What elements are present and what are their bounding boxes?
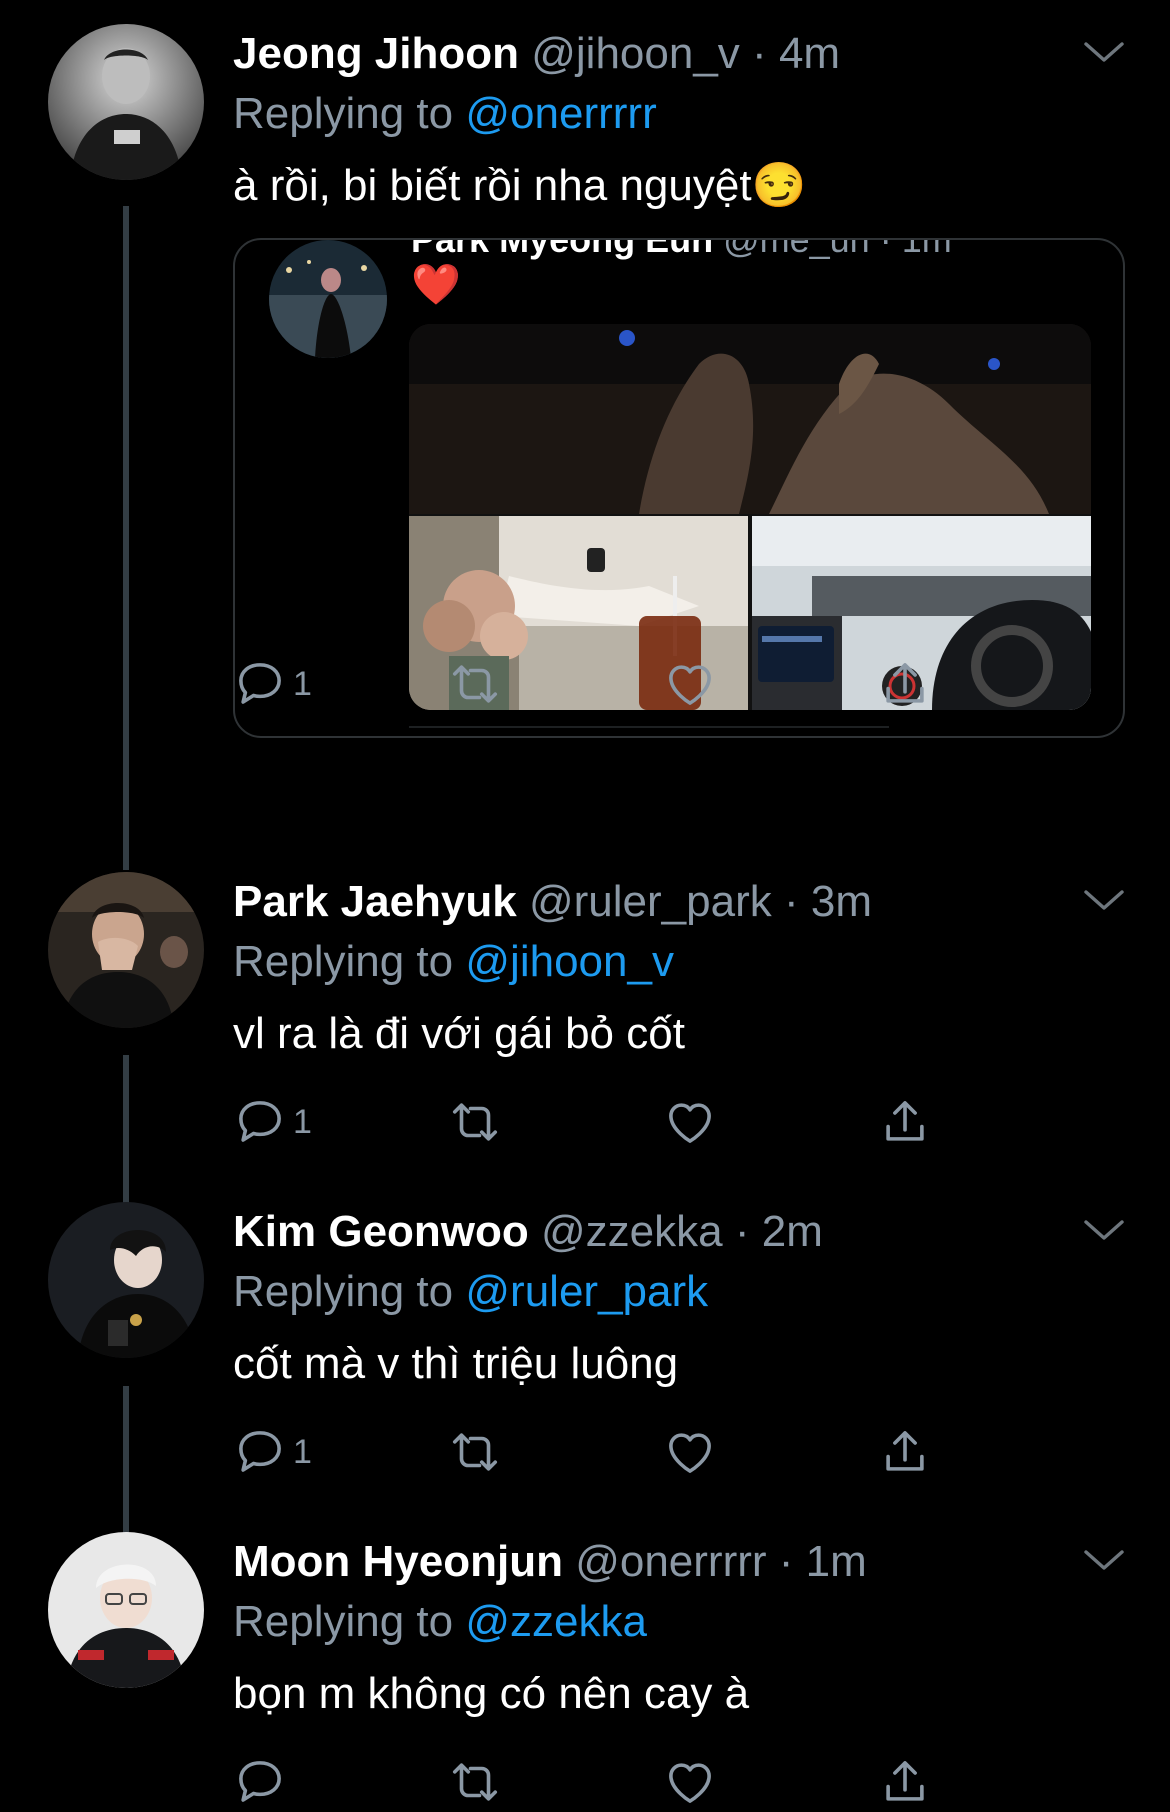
timestamp[interactable]: 1m	[806, 1537, 867, 1586]
reply-button[interactable]: 1	[233, 1092, 312, 1152]
share-button[interactable]	[878, 654, 932, 714]
author-handle[interactable]: @jihoon_v	[531, 29, 740, 78]
share-button[interactable]	[878, 1092, 932, 1152]
avatar[interactable]	[48, 24, 204, 180]
timestamp[interactable]: 2m	[762, 1207, 823, 1256]
tweet-actions	[233, 1752, 953, 1812]
mention-link[interactable]: @zzekka	[465, 1597, 647, 1646]
avatar[interactable]	[48, 1532, 204, 1688]
author-name[interactable]: Kim Geonwoo	[233, 1207, 529, 1256]
separator-dot: ·	[783, 877, 799, 926]
quote-text: ❤️	[411, 263, 461, 307]
quote-author-handle[interactable]: @me_un	[723, 240, 870, 260]
separator-dot: ·	[778, 1537, 794, 1586]
tweet-actions: 1	[233, 1092, 953, 1152]
timestamp[interactable]: 4m	[779, 29, 840, 78]
like-button[interactable]	[663, 1422, 717, 1482]
reply-button[interactable]	[233, 1752, 287, 1812]
replying-label: Replying to	[233, 1597, 454, 1646]
tweet[interactable]: Moon Hyeonjun @onerrrrr · 1m Replying to…	[0, 1532, 1170, 1804]
like-button[interactable]	[663, 1092, 717, 1152]
separator-dot: ·	[752, 29, 767, 78]
chevron-down-icon[interactable]	[1082, 886, 1126, 916]
replying-label: Replying to	[233, 937, 454, 986]
chevron-down-icon[interactable]	[1082, 1546, 1126, 1576]
author-handle[interactable]: @onerrrrr	[575, 1537, 766, 1586]
like-icon	[663, 1425, 717, 1479]
reply-icon	[233, 657, 287, 711]
retweet-button[interactable]	[448, 1422, 502, 1482]
reply-icon	[233, 1095, 287, 1149]
reply-button[interactable]: 1	[233, 654, 312, 714]
chevron-down-icon[interactable]	[1082, 38, 1126, 68]
author-name[interactable]: Moon Hyeonjun	[233, 1537, 563, 1586]
author-name[interactable]: Jeong Jihoon	[233, 29, 519, 78]
tweet[interactable]: Jeong Jihoon @jihoon_v · 4m Replying to …	[0, 24, 1170, 824]
quote-header: Park Myeong Eun @me_un · 1m	[411, 238, 952, 262]
tweet-text: à rồi, bi biết rồi nha nguyệt😏	[233, 161, 807, 210]
quote-avatar	[269, 240, 387, 358]
replying-to: Replying to @jihoon_v	[233, 932, 674, 992]
share-icon	[878, 1755, 932, 1809]
author-handle[interactable]: @zzekka	[541, 1207, 723, 1256]
share-icon	[878, 1425, 932, 1479]
quote-media[interactable]	[409, 324, 1091, 710]
reply-count: 1	[293, 664, 312, 703]
replying-to: Replying to @zzekka	[233, 1592, 647, 1652]
reply-count: 1	[293, 1432, 312, 1471]
tweet-text: cốt mà v thì triệu luông	[233, 1339, 679, 1388]
replying-to: Replying to @ruler_park	[233, 1262, 708, 1322]
like-button[interactable]	[663, 654, 717, 714]
share-button[interactable]	[878, 1752, 932, 1812]
tweet-actions: 1	[233, 654, 953, 714]
chevron-down-icon[interactable]	[1082, 1216, 1126, 1246]
reply-icon	[233, 1755, 287, 1809]
like-icon	[663, 657, 717, 711]
reply-count: 1	[293, 1102, 312, 1141]
author-name[interactable]: Park Jaehyuk	[233, 877, 517, 926]
avatar[interactable]	[48, 872, 204, 1028]
replying-label: Replying to	[233, 1267, 454, 1316]
share-icon	[878, 1095, 932, 1149]
replying-label: Replying to	[233, 89, 454, 138]
reply-button[interactable]: 1	[233, 1422, 312, 1482]
quote-timestamp: 1m	[901, 238, 952, 260]
tweet[interactable]: Park Jaehyuk @ruler_park · 3m Replying t…	[0, 872, 1170, 1172]
tweet-text: bọn m không có nên cay à	[233, 1669, 750, 1718]
replying-to: Replying to @onerrrrr	[233, 84, 657, 144]
retweet-icon	[448, 657, 502, 711]
separator-dot: ·	[879, 238, 892, 260]
tweet-text: vl ra là đi với gái bỏ cốt	[233, 1009, 685, 1058]
tweet-actions: 1	[233, 1422, 953, 1482]
retweet-icon	[448, 1425, 502, 1479]
mention-link[interactable]: @onerrrrr	[465, 89, 656, 138]
retweet-icon	[448, 1755, 502, 1809]
reply-icon	[233, 1425, 287, 1479]
quote-actions-cutoff	[409, 726, 889, 736]
author-handle[interactable]: @ruler_park	[529, 877, 772, 926]
share-button[interactable]	[878, 1422, 932, 1482]
avatar[interactable]	[48, 1202, 204, 1358]
retweet-button[interactable]	[448, 1752, 502, 1812]
separator-dot: ·	[734, 1207, 750, 1256]
share-icon	[878, 657, 932, 711]
mention-link[interactable]: @jihoon_v	[465, 937, 674, 986]
media-photo-hands[interactable]	[409, 324, 1091, 514]
quote-author-name[interactable]: Park Myeong Eun	[411, 240, 713, 260]
like-icon	[663, 1755, 717, 1809]
retweet-icon	[448, 1095, 502, 1149]
like-icon	[663, 1095, 717, 1149]
timestamp[interactable]: 3m	[811, 877, 872, 926]
retweet-button[interactable]	[448, 1092, 502, 1152]
retweet-button[interactable]	[448, 654, 502, 714]
like-button[interactable]	[663, 1752, 717, 1812]
tweet[interactable]: Kim Geonwoo @zzekka · 2m Replying to @ru…	[0, 1202, 1170, 1502]
mention-link[interactable]: @ruler_park	[465, 1267, 708, 1316]
